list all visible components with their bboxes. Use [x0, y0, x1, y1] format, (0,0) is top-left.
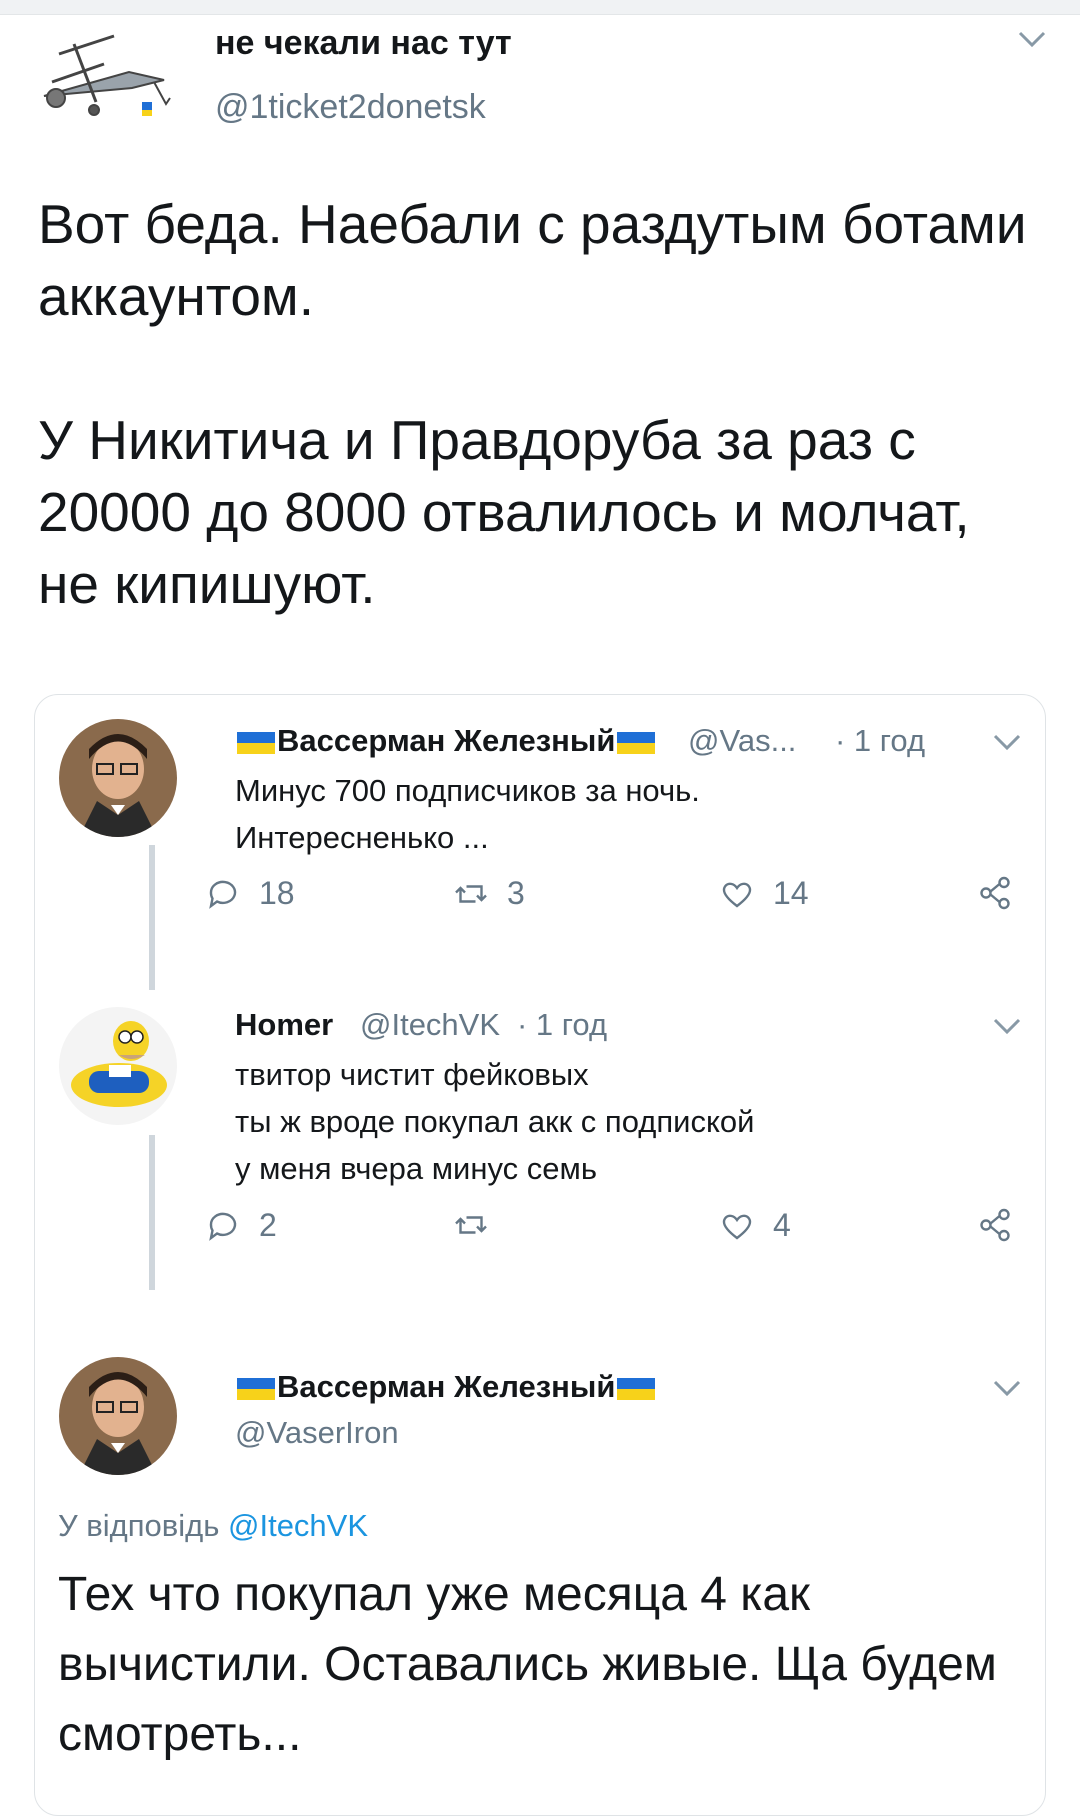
share-icon — [980, 1208, 1010, 1242]
retweet-action[interactable]: 3 — [453, 875, 525, 912]
main-tweet-text: Вот беда. Наебали с раздутым ботами акка… — [38, 188, 1028, 620]
share-icon — [980, 876, 1010, 910]
reply-handle[interactable]: @Vas... — [688, 723, 796, 759]
reply-icon — [209, 1212, 237, 1241]
reply-text-line: у меня вчера минус семь — [235, 1151, 597, 1186]
heart-icon — [722, 1214, 752, 1240]
reply-icon — [209, 880, 237, 909]
reply-action[interactable]: 18 — [205, 875, 295, 912]
main-handle[interactable]: @1ticket2donetsk — [215, 88, 486, 127]
heart-icon — [722, 882, 752, 908]
share-action[interactable] — [977, 1207, 1031, 1243]
reply-time[interactable]: · 1 год — [517, 1007, 607, 1043]
reply-to-context: У відповідь @ItechVK — [58, 1508, 368, 1544]
ukraine-flag-icon — [237, 731, 275, 754]
ukraine-flag-icon — [617, 731, 656, 754]
focused-author-name[interactable]: Вассерман Железный — [235, 1369, 657, 1405]
reply-count: 2 — [259, 1207, 277, 1243]
reply-author-name[interactable]: Вассерман Железный — [235, 723, 657, 759]
ukraine-flag-icon — [237, 1377, 275, 1400]
reply-count: 18 — [259, 875, 295, 911]
reply-text: Минус 700 подписчиков за ночь. Интересне… — [235, 767, 700, 861]
avatar[interactable] — [59, 719, 177, 837]
thread-line — [149, 845, 155, 990]
top-divider — [0, 0, 1080, 15]
main-tweet-paragraph-2: У Никитича и Правдоруба за раз с 20000 д… — [38, 409, 970, 615]
ukraine-flag-icon — [617, 1377, 656, 1400]
reply-text: твитор чистит фейковых ты ж вроде покупа… — [235, 1051, 754, 1192]
like-action[interactable]: 14 — [719, 875, 809, 912]
avatar[interactable] — [59, 1007, 177, 1125]
reply-to-handle-link[interactable]: @ItechVK — [228, 1508, 368, 1543]
reply-handle[interactable]: @ItechVK — [360, 1007, 500, 1043]
like-count: 4 — [773, 1207, 791, 1243]
airplane-avatar[interactable] — [34, 24, 174, 124]
reply-text-line: твитор чистит фейковых — [235, 1057, 589, 1092]
reply-text-line: Интересненько ... — [235, 820, 489, 855]
main-display-name[interactable]: не чекали нас тут — [215, 24, 512, 63]
chevron-down-icon[interactable] — [1017, 30, 1047, 48]
reply-time[interactable]: · 1 год — [835, 723, 925, 759]
reply-author-name-text: Вассерман Железный — [277, 723, 616, 758]
chevron-down-icon[interactable] — [992, 733, 1022, 751]
thread-line — [149, 1135, 155, 1290]
focused-handle[interactable]: @VaserIron — [235, 1415, 399, 1451]
reply-author-name[interactable]: Homer — [235, 1007, 333, 1043]
share-action[interactable] — [977, 875, 1031, 911]
reply-action[interactable]: 2 — [205, 1207, 277, 1244]
like-count: 14 — [773, 875, 809, 911]
reply-to-label: У відповідь — [58, 1508, 220, 1543]
reply-text-line: Минус 700 подписчиков за ночь. — [235, 773, 700, 808]
focused-author-name-text: Вассерман Железный — [277, 1369, 616, 1404]
retweet-count: 3 — [507, 875, 525, 911]
reply-text-line: ты ж вроде покупал акк с подпиской — [235, 1104, 755, 1139]
retweet-action[interactable] — [453, 1207, 507, 1243]
retweet-icon — [455, 1216, 487, 1234]
avatar[interactable] — [59, 1357, 177, 1475]
retweet-icon — [455, 884, 487, 903]
focused-tweet-text: Тех что покупал уже месяца 4 как вычисти… — [58, 1568, 997, 1761]
main-tweet-paragraph-1: Вот беда. Наебали с раздутым ботами акка… — [38, 193, 1027, 327]
like-action[interactable]: 4 — [719, 1207, 791, 1244]
chevron-down-icon[interactable] — [992, 1017, 1022, 1035]
chevron-down-icon[interactable] — [992, 1379, 1022, 1397]
